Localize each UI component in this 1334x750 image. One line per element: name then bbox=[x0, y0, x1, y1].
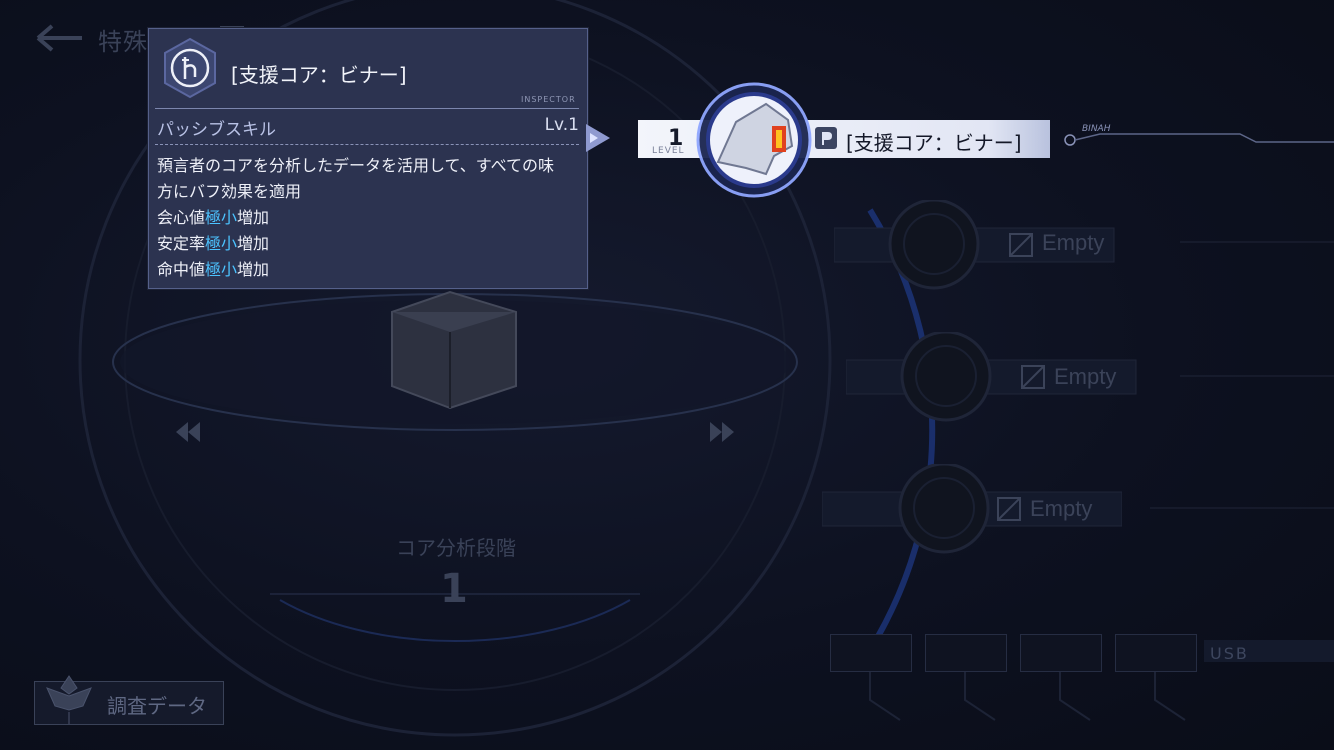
slot-empty-label: Empty bbox=[1054, 364, 1117, 389]
core-slot-3[interactable]: Empty bbox=[821, 462, 1123, 554]
analysis-stage-number: 1 bbox=[440, 566, 468, 612]
back-arrow-icon[interactable] bbox=[34, 22, 86, 54]
skill-type-label: パッシブスキル bbox=[157, 120, 276, 140]
description-line: 方にバフ効果を適用 bbox=[157, 182, 302, 201]
effect-line: 安定率極小増加 bbox=[157, 234, 270, 253]
binah-tag: BINAH bbox=[1082, 124, 1111, 134]
dashed-divider bbox=[155, 144, 579, 145]
usb-chip-slot[interactable] bbox=[925, 634, 1007, 672]
skill-level: Lv.1 bbox=[544, 115, 579, 135]
inspector-tag: INSPECTOR bbox=[521, 95, 576, 104]
skill-description: 預言者のコアを分析したデータを活用して、すべての味 方にバフ効果を適用 会心値極… bbox=[157, 153, 581, 283]
usb-chip-slot[interactable] bbox=[830, 634, 912, 672]
divider bbox=[155, 108, 579, 109]
effect-line: 会心値極小増加 bbox=[157, 208, 270, 227]
usb-chip-slot[interactable] bbox=[1115, 634, 1197, 672]
usb-label: USB bbox=[1210, 644, 1249, 663]
analysis-stage-title: コア分析段階 bbox=[396, 536, 516, 560]
passive-p-icon bbox=[815, 127, 837, 149]
slot-empty-label: Empty bbox=[1030, 496, 1093, 521]
pointer-arrow-icon bbox=[586, 124, 610, 152]
equipped-core-name: [支援コア：ビナー] bbox=[846, 131, 1022, 155]
core-level-label: LEVEL bbox=[652, 146, 685, 156]
usb-chip-slot[interactable] bbox=[1020, 634, 1102, 672]
supply-core-icon bbox=[164, 37, 216, 99]
description-line: 預言者のコアを分析したデータを活用して、すべての味 bbox=[157, 156, 554, 175]
leaf-emblem-icon bbox=[46, 675, 92, 724]
core-slot-1[interactable]: Empty bbox=[833, 198, 1134, 290]
inspector-panel: [支援コア：ビナー] INSPECTOR パッシブスキル Lv.1 預言者のコア… bbox=[148, 28, 588, 289]
effect-line: 命中値極小増加 bbox=[157, 260, 270, 279]
inspector-title: [支援コア：ビナー] bbox=[231, 63, 407, 87]
slot-empty-label: Empty bbox=[1042, 230, 1105, 255]
binah-tag-line-icon: BINAH bbox=[1064, 124, 1334, 146]
binah-core-portrait-icon[interactable] bbox=[696, 82, 812, 198]
core-slot-2[interactable]: Empty bbox=[845, 330, 1146, 422]
research-data-button[interactable]: 調査データ bbox=[34, 675, 224, 725]
research-data-label: 調査データ bbox=[107, 694, 207, 718]
